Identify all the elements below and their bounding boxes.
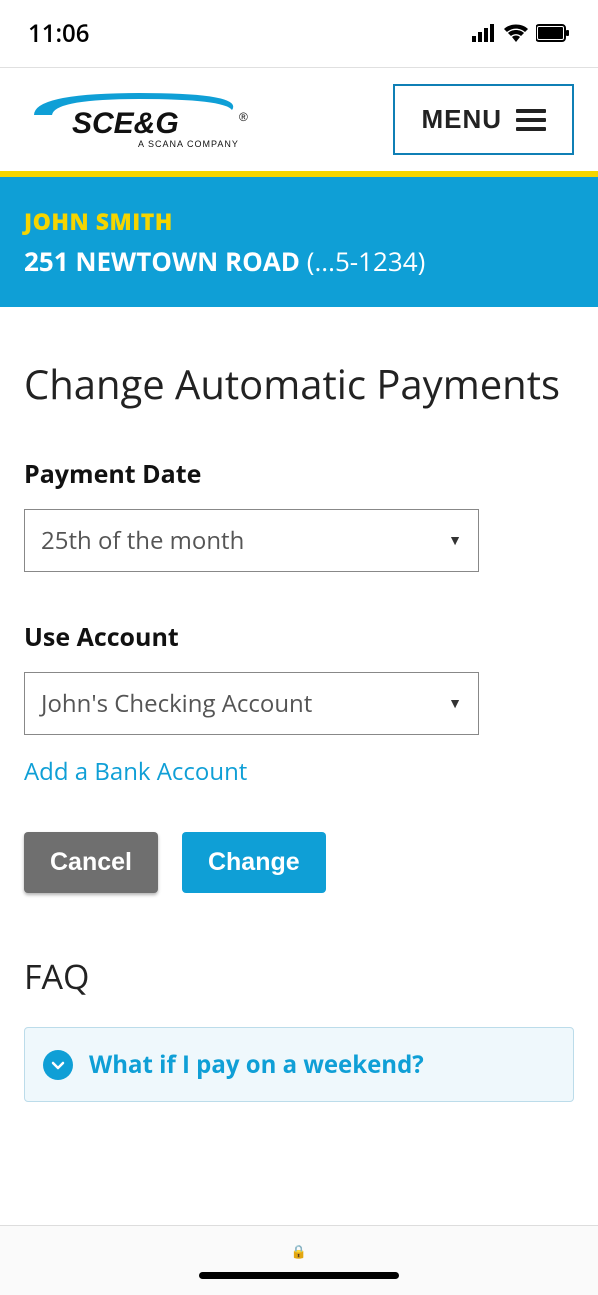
sceg-logo-icon: SCE&G ® A SCANA COMPANY xyxy=(24,85,254,155)
use-account-select[interactable]: John's Checking Account ▼ xyxy=(24,672,479,735)
chevron-down-icon xyxy=(43,1050,73,1080)
svg-text:SCE&G: SCE&G xyxy=(72,107,179,140)
wifi-icon xyxy=(504,17,528,50)
main-content: Change Automatic Payments Payment Date 2… xyxy=(0,307,598,1126)
caret-down-icon: ▼ xyxy=(448,694,462,713)
account-address-line: 251 NEWTOWN ROAD (...5-1234) xyxy=(24,243,574,279)
account-address: 251 NEWTOWN ROAD xyxy=(24,243,300,279)
menu-label: MENU xyxy=(421,104,502,135)
lock-icon: 🔒 xyxy=(291,1242,307,1260)
page-title: Change Automatic Payments xyxy=(24,361,574,407)
cellular-icon xyxy=(472,17,496,50)
svg-text:A SCANA COMPANY: A SCANA COMPANY xyxy=(138,139,239,149)
use-account-group: Use Account John's Checking Account ▼ Ad… xyxy=(24,620,574,788)
logo[interactable]: SCE&G ® A SCANA COMPANY xyxy=(24,85,254,155)
cancel-button[interactable]: Cancel xyxy=(24,832,158,893)
status-icons xyxy=(472,17,570,50)
status-time: 11:06 xyxy=(28,17,89,50)
change-button[interactable]: Change xyxy=(182,832,326,893)
payment-date-value: 25th of the month xyxy=(41,524,244,557)
use-account-label: Use Account xyxy=(24,620,574,654)
faq-title: FAQ xyxy=(24,953,574,999)
svg-text:®: ® xyxy=(239,110,248,124)
bottom-bar: 🔒 xyxy=(0,1225,598,1295)
account-name: JOHN SMITH xyxy=(24,205,574,237)
status-bar: 11:06 xyxy=(0,0,598,68)
account-banner: JOHN SMITH 251 NEWTOWN ROAD (...5-1234) xyxy=(0,177,598,307)
hamburger-icon xyxy=(516,109,546,131)
button-row: Cancel Change xyxy=(24,832,574,893)
account-number: (...5-1234) xyxy=(307,243,426,279)
faq-item[interactable]: What if I pay on a weekend? xyxy=(24,1027,574,1102)
payment-date-group: Payment Date 25th of the month ▼ xyxy=(24,457,574,572)
payment-date-label: Payment Date xyxy=(24,457,574,491)
battery-icon xyxy=(536,17,570,50)
add-bank-account-link[interactable]: Add a Bank Account xyxy=(24,755,247,788)
home-indicator[interactable] xyxy=(199,1272,399,1279)
use-account-value: John's Checking Account xyxy=(41,687,312,720)
menu-button[interactable]: MENU xyxy=(393,84,574,155)
faq-question: What if I pay on a weekend? xyxy=(89,1048,424,1081)
app-header: SCE&G ® A SCANA COMPANY MENU xyxy=(0,68,598,177)
caret-down-icon: ▼ xyxy=(448,531,462,550)
payment-date-select[interactable]: 25th of the month ▼ xyxy=(24,509,479,572)
